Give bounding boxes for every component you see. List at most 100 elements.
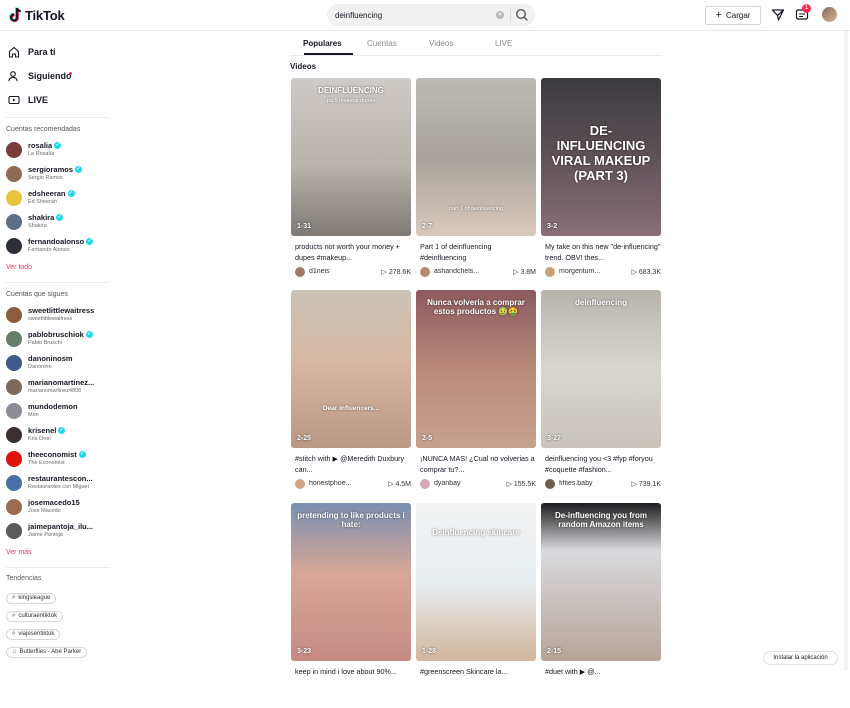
- following-account[interactable]: theeconomist ✓ The Economist: [6, 448, 110, 470]
- creator-avatar[interactable]: [295, 267, 305, 277]
- video-card[interactable]: DEINFLUENCING pa 5 makeup dupes 1-31 produc…: [291, 78, 411, 283]
- recommended-account[interactable]: edsheeran ✓ Ed Sheeran: [6, 187, 110, 209]
- video-caption: deinfluencing you <3 #fyp #foryou #coque…: [545, 454, 653, 474]
- following-account[interactable]: mundodemon Mon: [6, 400, 110, 422]
- following-account[interactable]: krisenel ✓ Kris Onel: [6, 424, 110, 446]
- following-account[interactable]: marianomartinez... marianomartinez4808: [6, 376, 110, 398]
- creator-username[interactable]: dyanbay: [434, 480, 490, 487]
- creator-username[interactable]: d1neis: [309, 268, 365, 275]
- trend-label: viajesentiktok: [18, 631, 55, 637]
- tab-videos[interactable]: Videos: [429, 39, 453, 48]
- video-thumbnail[interactable]: pretending to like products i hate: 3-23: [291, 503, 411, 661]
- video-card[interactable]: Deinfluencing skincare 1-28 #greenscreen S…: [416, 503, 536, 708]
- trend-tag[interactable]: # kingsleague: [6, 593, 57, 604]
- install-app-button[interactable]: Instalar la aplicación: [763, 651, 838, 665]
- video-caption: products not worth your money + dupes #m…: [295, 242, 400, 262]
- video-caption: Part 1 of deinfluencing #deinfluencing: [420, 242, 492, 262]
- search-icon[interactable]: [513, 6, 531, 24]
- avatar: [6, 355, 22, 371]
- creator-avatar[interactable]: [420, 479, 430, 489]
- clear-search-icon[interactable]: ✕: [496, 11, 504, 19]
- account-username: jaimepantoja_ilu...: [28, 522, 94, 531]
- trend-tag[interactable]: # viajesentiktok: [6, 629, 61, 640]
- tab-live[interactable]: LIVE: [495, 39, 512, 48]
- videos-section-title: Videos: [290, 62, 317, 71]
- sidebar-divider: [6, 282, 110, 283]
- scrollbar[interactable]: [844, 31, 848, 671]
- following-account[interactable]: sweetlittlewaitress sweetlittlewaitress: [6, 304, 110, 326]
- account-name: Danonino: [28, 364, 52, 370]
- see-more-link[interactable]: Ver más: [6, 549, 32, 556]
- video-card[interactable]: De-influencing you from random Amazon it…: [541, 503, 661, 708]
- creator-username[interactable]: morgentum...: [559, 268, 615, 275]
- video-thumbnail[interactable]: DE-INFLUENCING VIRAL MAKEUP (PART 3) 3-2: [541, 78, 661, 236]
- recommended-account[interactable]: rosalia ✓ La Rosalía: [6, 139, 110, 161]
- following-account[interactable]: restaurantescon... Restaurantes con Migue…: [6, 472, 110, 494]
- creator-avatar[interactable]: [420, 267, 430, 277]
- hashtag-icon: #: [12, 595, 16, 601]
- hashtag-icon: #: [12, 613, 16, 619]
- video-card[interactable]: Nunca volvería a comprar estos productos…: [416, 290, 536, 495]
- video-overlay-text: DE-INFLUENCING VIRAL MAKEUP (PART 3): [551, 123, 651, 183]
- upload-button[interactable]: + Cargar: [705, 6, 761, 25]
- video-meta: fifties.baby ▷ 739.1K: [545, 479, 661, 489]
- account-username: krisenel ✓: [28, 426, 66, 435]
- account-username: restaurantescon...: [28, 474, 93, 483]
- video-card[interactable]: DE-INFLUENCING VIRAL MAKEUP (PART 3) 3-2 M…: [541, 78, 661, 283]
- following-account[interactable]: pablobruschiok ✓ Pablo Bruschi: [6, 328, 110, 350]
- video-thumbnail[interactable]: deinfluencing 3-27: [541, 290, 661, 448]
- recommended-account[interactable]: sergioramos ✓ Sergio Ramos: [6, 163, 110, 185]
- video-thumbnail[interactable]: De-influencing you from random Amazon it…: [541, 503, 661, 661]
- tab-popular[interactable]: Populares: [303, 39, 342, 48]
- avatar: [6, 307, 22, 323]
- creator-username[interactable]: honestphoe...: [309, 480, 365, 487]
- following-account[interactable]: jaimepantoja_ilu... Jaime Pantoja: [6, 520, 110, 542]
- avatar: [6, 142, 22, 158]
- account-name: sweetlittlewaitress: [28, 316, 73, 322]
- video-date: 3-23: [297, 648, 312, 655]
- tiktok-logo[interactable]: TikTok: [8, 7, 65, 23]
- see-all-link[interactable]: Ver todo: [6, 264, 32, 271]
- account-username: rosalia ✓: [28, 141, 62, 150]
- video-caption: ¡NUNCA MAS! ¿Cual no volverias a comprar…: [420, 454, 535, 474]
- account-name: Fernando Alonso: [28, 247, 70, 253]
- video-thumbnail[interactable]: part 1 of deinfluencing 2-7: [416, 78, 536, 236]
- profile-avatar[interactable]: [822, 7, 837, 22]
- trend-tag[interactable]: ♫ Butterflies - Abe Parker: [6, 647, 88, 658]
- search-input[interactable]: [335, 8, 485, 22]
- trend-label: Butterflies - Abe Parker: [19, 649, 82, 655]
- creator-avatar[interactable]: [545, 479, 555, 489]
- trend-tag[interactable]: # culturaentiktok: [6, 611, 64, 622]
- video-thumbnail[interactable]: Dear influencers... 2-25: [291, 290, 411, 448]
- play-count: ▷ 155.5K: [506, 481, 536, 488]
- account-name: Ed Sheeran: [28, 199, 58, 205]
- play-count: ▷ 683.3K: [631, 269, 661, 276]
- video-card[interactable]: Dear influencers... 2-25 #stitch with ▶ @M…: [291, 290, 411, 495]
- nav-for-you[interactable]: Para ti: [8, 46, 56, 58]
- music-icon: ♫: [12, 649, 17, 655]
- creator-avatar[interactable]: [545, 267, 555, 277]
- video-overlay-text: pretending to like products i hate:: [297, 511, 405, 529]
- following-account[interactable]: danoninosm Danonino: [6, 352, 110, 374]
- video-card[interactable]: pretending to like products i hate: 3-23 k…: [291, 503, 411, 708]
- send-icon[interactable]: [771, 8, 785, 22]
- tab-accounts[interactable]: Cuentas: [367, 39, 397, 48]
- creator-username[interactable]: fifties.baby: [559, 480, 615, 487]
- video-thumbnail[interactable]: Deinfluencing skincare 1-28: [416, 503, 536, 661]
- recommended-account[interactable]: shakira ✓ Shakira: [6, 211, 110, 233]
- video-card[interactable]: part 1 of deinfluencing 2-7 Part 1 of dein…: [416, 78, 536, 283]
- creator-username[interactable]: ashandchels...: [434, 268, 490, 275]
- creator-avatar[interactable]: [295, 479, 305, 489]
- verified-icon: ✓: [78, 451, 86, 458]
- nav-following[interactable]: Siguiendo: [8, 70, 72, 82]
- video-date: 2-25: [297, 435, 312, 442]
- account-name: Kris Onel: [28, 436, 51, 442]
- account-name: Jaime Pantoja: [28, 532, 63, 538]
- search-tabs: Populares Cuentas Videos LIVE: [290, 31, 662, 55]
- recommended-account[interactable]: fernandoalonso ✓ Fernando Alonso: [6, 235, 110, 257]
- video-card[interactable]: deinfluencing 3-27 deinfluencing you <3 #f…: [541, 290, 661, 495]
- following-account[interactable]: josemacedo15 Jose Macedo: [6, 496, 110, 518]
- video-thumbnail[interactable]: DEINFLUENCING pa 5 makeup dupes 1-31: [291, 78, 411, 236]
- nav-live[interactable]: LIVE: [8, 94, 48, 106]
- video-thumbnail[interactable]: Nunca volvería a comprar estos productos…: [416, 290, 536, 448]
